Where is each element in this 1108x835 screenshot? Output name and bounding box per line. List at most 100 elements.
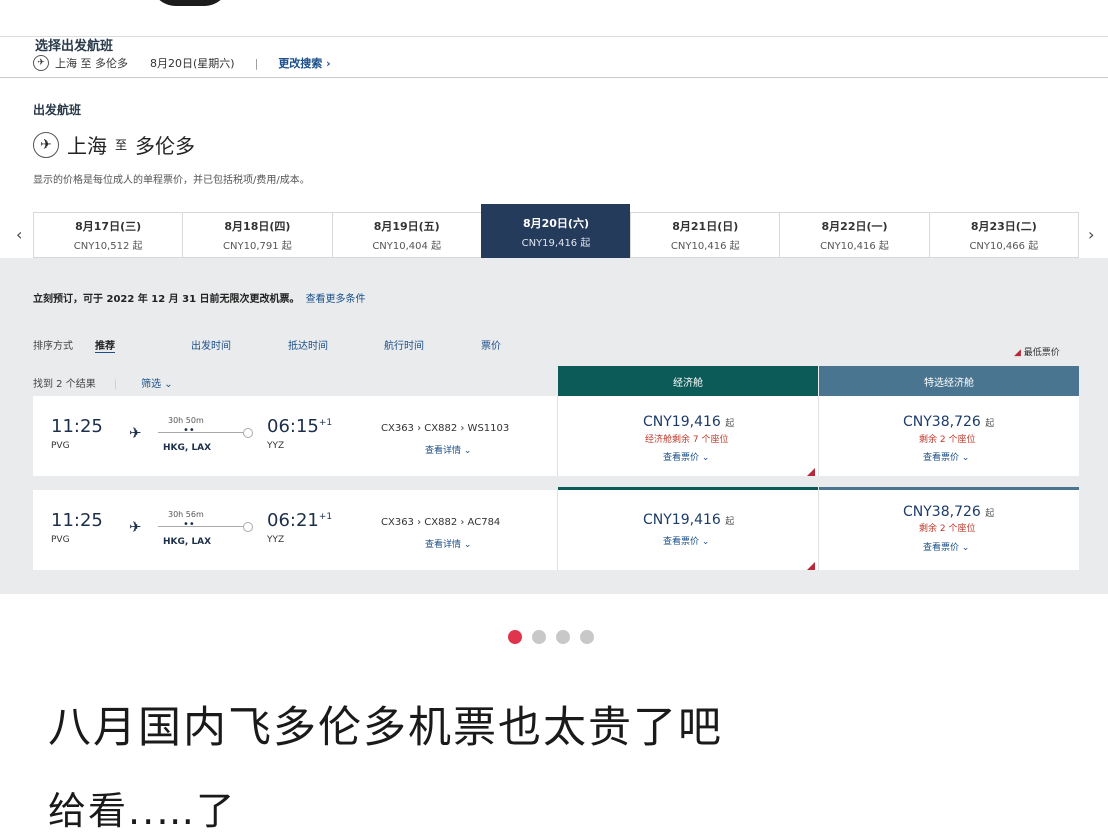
view-fare-link[interactable]: 查看票价 ⌄ xyxy=(663,534,709,547)
economy-price[interactable]: CNY19,416 起 xyxy=(643,512,734,528)
divider xyxy=(0,36,1108,37)
view-fare-link[interactable]: 查看票价 ⌄ xyxy=(923,450,969,463)
date-label: 8月23日(二) xyxy=(970,220,1037,233)
route-connector: 至 xyxy=(115,138,128,152)
stops-dots: •• xyxy=(183,519,195,530)
more-conditions-link[interactable]: 查看更多条件 xyxy=(306,294,366,305)
lowest-price-marker xyxy=(807,468,815,476)
next-date-arrow[interactable]: › xyxy=(1088,225,1094,244)
destination-marker xyxy=(243,522,253,532)
booking-note: 立刻预订，可于 2022 年 12 月 31 日前无限次更改机票。 查看更多条件 xyxy=(33,290,366,305)
filter-button[interactable]: 筛选 ⌄ xyxy=(141,379,173,390)
separator: | xyxy=(113,379,118,390)
date-price: CNY10,791 起 xyxy=(223,241,292,252)
carousel-dot[interactable] xyxy=(580,630,594,644)
sort-option-arrival[interactable]: 抵达时间 xyxy=(288,337,328,352)
carousel-dot-active[interactable] xyxy=(508,630,522,644)
chevron-down-icon: ⌄ xyxy=(164,379,173,390)
price-suffix: 起 xyxy=(725,419,735,429)
lowest-price-legend: ◢ 最低票价 xyxy=(1014,345,1060,358)
carousel-pager xyxy=(508,630,594,644)
carousel-dot[interactable] xyxy=(556,630,570,644)
date-label: 8月21日(日) xyxy=(672,220,739,233)
price-suffix: 起 xyxy=(985,419,995,429)
economy-price-value: CNY19,416 xyxy=(643,512,721,528)
premium-price[interactable]: CNY38,726 起 xyxy=(903,414,994,430)
destination-marker xyxy=(243,428,253,438)
view-fare-label: 查看票价 xyxy=(923,453,960,463)
route-heading: ✈ 上海 至 多伦多 xyxy=(33,130,195,159)
economy-price-value: CNY19,416 xyxy=(643,414,721,430)
premium-price[interactable]: CNY38,726 起 xyxy=(903,504,994,520)
date-price: CNY10,404 起 xyxy=(372,241,442,252)
modify-search-link[interactable]: 更改搜索 › xyxy=(278,55,330,71)
prev-date-arrow[interactable]: ‹ xyxy=(16,225,22,244)
premium-price-value: CNY38,726 xyxy=(903,504,981,520)
flight-duration: 30h 56m xyxy=(168,510,204,519)
plane-icon: ✈ xyxy=(33,131,59,158)
plane-icon: ✈ xyxy=(129,518,142,536)
results-count: 找到 2 个结果 xyxy=(33,379,96,390)
flight-duration: 30h 50m xyxy=(168,416,204,425)
premium-accent-bar xyxy=(819,487,1079,490)
date-tab[interactable]: 8月21日(日) CNY10,416 起 xyxy=(630,212,780,258)
post-title: 八月国内飞多伦多机票也太贵了吧 xyxy=(48,703,723,753)
premium-price-value: CNY38,726 xyxy=(903,414,981,430)
date-label: 8月22日(一) xyxy=(821,220,888,233)
date-selector: 8月17日(三) CNY10,512 起 8月18日(四) CNY10,791 起 … xyxy=(33,204,1079,260)
column-divider xyxy=(818,396,819,476)
view-details-label: 查看详情 xyxy=(425,446,462,456)
origin-city: 上海 xyxy=(67,134,107,158)
economy-price[interactable]: CNY19,416 起 xyxy=(643,414,734,430)
date-tab[interactable]: 8月18日(四) CNY10,791 起 xyxy=(182,212,332,258)
departure-time: 11:25 xyxy=(51,510,103,531)
destination-city: 多伦多 xyxy=(135,134,196,158)
economy-seats-left: 经济舱剩余 7 个座位 xyxy=(645,435,729,445)
view-fare-link[interactable]: 查看票价 ⌄ xyxy=(923,540,969,553)
section-label: 出发航班 xyxy=(33,103,82,117)
arrival-time-value: 06:21 xyxy=(267,510,319,531)
flight-numbers: CX363 › CX882 › WS1103 xyxy=(381,423,510,434)
stopover-airports: HKG, LAX xyxy=(163,443,212,453)
sort-option-departure[interactable]: 出发时间 xyxy=(191,337,231,352)
page-title: 选择出发航班 xyxy=(35,39,114,54)
search-summary: ✈ 上海 至 多伦多 8月20日(星期六) | 更改搜索 › xyxy=(33,55,331,71)
sort-option-fare[interactable]: 票价 xyxy=(481,337,501,352)
carousel-dot[interactable] xyxy=(532,630,546,644)
arrival-time: 06:21+1 xyxy=(267,510,332,531)
booking-note-text: 立刻预订，可于 2022 年 12 月 31 日前无限次更改机票。 xyxy=(33,294,300,305)
departure-airport: PVG xyxy=(51,535,70,545)
date-tab[interactable]: 8月22日(一) CNY10,416 起 xyxy=(779,212,929,258)
arrival-time: 06:15+1 xyxy=(267,416,332,437)
results-count-row: 找到 2 个结果 | 筛选 ⌄ xyxy=(33,375,173,390)
date-tab[interactable]: 8月23日(二) CNY10,466 起 xyxy=(928,212,1079,258)
stopover-airports: HKG, LAX xyxy=(163,537,212,547)
plane-icon: ✈ xyxy=(33,55,49,71)
date-tab[interactable]: 8月19日(五) CNY10,404 起 xyxy=(331,212,481,258)
route-line xyxy=(158,526,248,527)
route-line xyxy=(158,432,248,433)
date-label: 8月18日(四) xyxy=(224,220,291,233)
premium-seats-left: 剩余 2 个座位 xyxy=(919,524,976,534)
view-details-link[interactable]: 查看详情 ⌄ xyxy=(425,537,471,550)
date-price: CNY10,466 起 xyxy=(969,241,1039,252)
departure-time: 11:25 xyxy=(51,416,103,437)
arrival-airport: YYZ xyxy=(267,441,285,451)
view-fare-label: 查看票价 xyxy=(923,543,960,553)
date-tab-selected[interactable]: 8月20日(六) CNY19,416 起 xyxy=(480,204,631,260)
view-fare-label: 查看票价 xyxy=(663,453,700,463)
view-fare-link[interactable]: 查看票价 ⌄ xyxy=(663,450,709,463)
view-details-link[interactable]: 查看详情 ⌄ xyxy=(425,443,471,456)
lowest-price-label: 最低票价 xyxy=(1023,348,1060,358)
modify-search-label: 更改搜索 xyxy=(278,57,323,70)
date-tab[interactable]: 8月17日(三) CNY10,512 起 xyxy=(33,212,183,258)
lowest-price-marker xyxy=(807,562,815,570)
arrival-time-value: 06:15 xyxy=(267,416,319,437)
price-note: 显示的价格是每位成人的单程票价，并已包括税项/费用/成本。 xyxy=(33,175,310,186)
route-summary: 上海 至 多伦多 xyxy=(55,57,128,70)
price-suffix: 起 xyxy=(985,509,995,519)
sort-option-recommended[interactable]: 推荐 xyxy=(95,337,115,353)
economy-cabin-header: 经济舱 xyxy=(558,366,818,396)
avatar xyxy=(150,0,230,6)
sort-option-duration[interactable]: 航行时间 xyxy=(384,337,424,352)
